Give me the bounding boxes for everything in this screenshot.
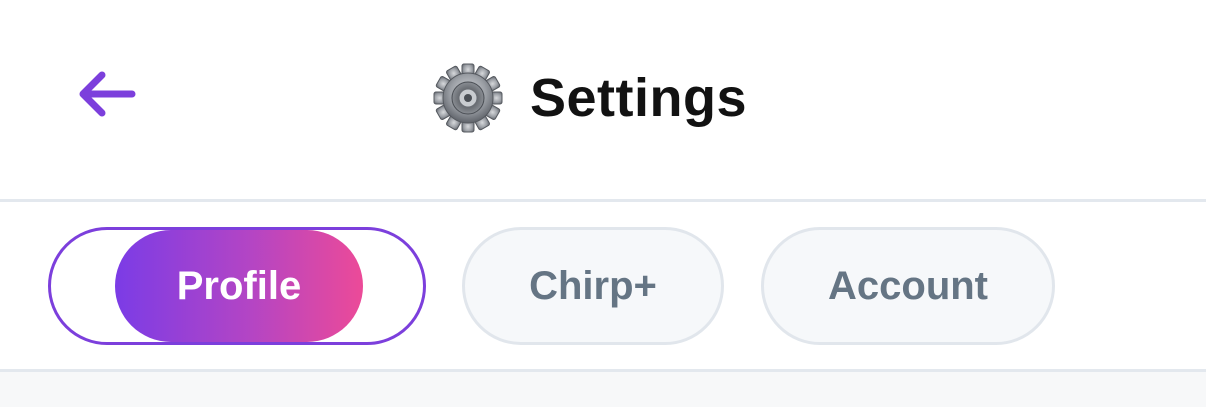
tab-profile[interactable]: Profile — [48, 227, 426, 345]
tab-label: Chirp+ — [529, 263, 657, 308]
settings-tabs: Profile Chirp+ Account — [0, 202, 1206, 370]
content-area — [0, 372, 1206, 407]
page-title: Settings — [530, 68, 748, 128]
settings-screen: Settings Profile Chirp+ Account — [0, 0, 1206, 407]
page-title-group: Settings — [432, 60, 747, 136]
tab-chirp-plus[interactable]: Chirp+ — [462, 227, 724, 345]
tab-label: Profile — [176, 263, 302, 308]
arrow-left-icon — [76, 69, 136, 124]
back-button[interactable] — [68, 62, 144, 130]
header: Settings — [0, 0, 1206, 200]
gear-icon — [432, 62, 504, 134]
tab-profile-active-pill: Profile — [115, 230, 363, 342]
tab-account[interactable]: Account — [761, 227, 1055, 345]
tab-label: Account — [828, 263, 988, 308]
